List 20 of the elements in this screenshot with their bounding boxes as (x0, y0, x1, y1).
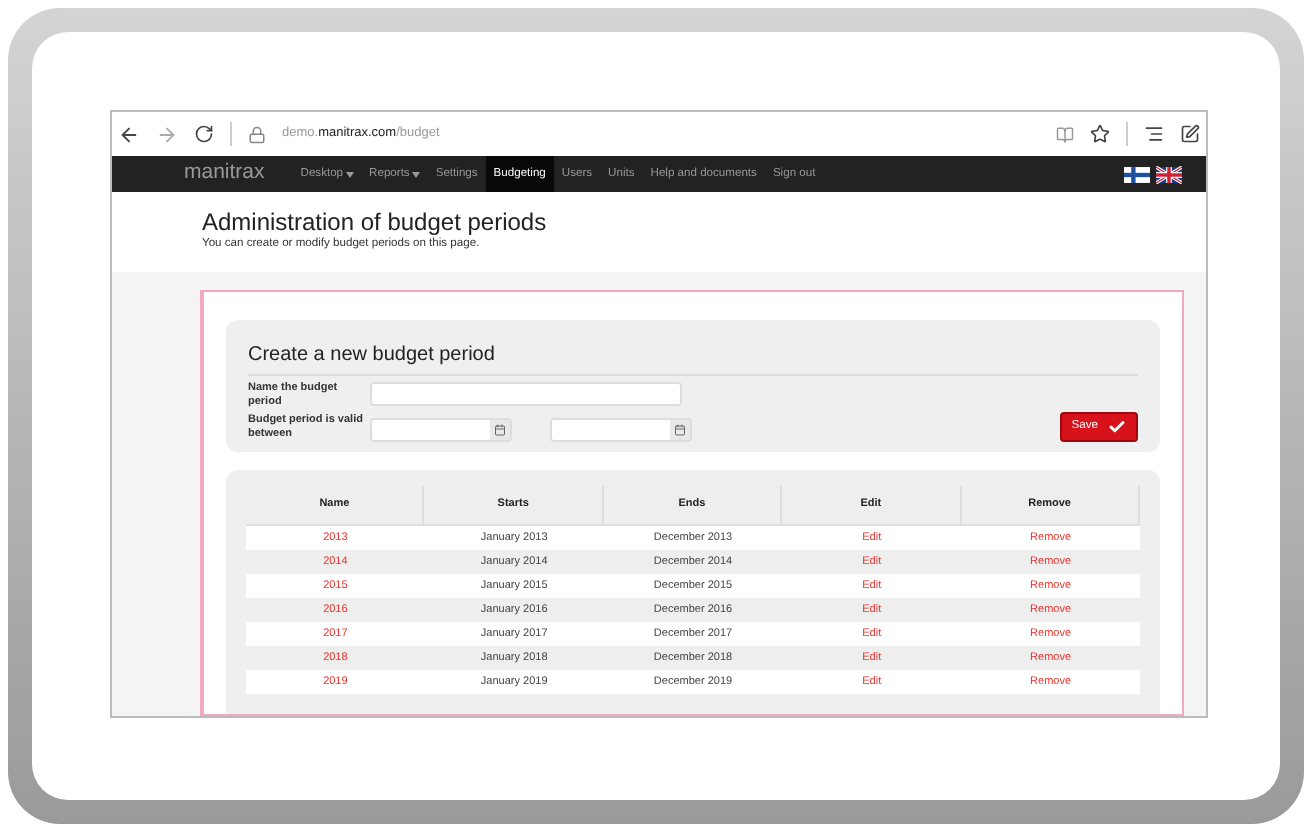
back-icon[interactable] (118, 123, 140, 145)
calendar-icon[interactable] (674, 423, 686, 436)
page-title: Administration of budget periods (202, 208, 549, 236)
note-icon[interactable] (1180, 124, 1200, 144)
lock-icon (248, 125, 266, 143)
reading-view-icon[interactable] (1056, 125, 1074, 143)
logo[interactable]: manitrax (184, 158, 265, 190)
reload-icon[interactable] (194, 124, 214, 144)
form-title: Create a new budget period (248, 339, 1138, 376)
end-date-input[interactable] (550, 417, 692, 442)
favorite-icon[interactable] (1090, 124, 1110, 144)
check-icon (1108, 417, 1126, 436)
name-input[interactable] (370, 381, 682, 406)
calendar-icon[interactable] (494, 423, 506, 436)
hub-icon[interactable] (1144, 124, 1164, 144)
flag-icon[interactable] (1124, 165, 1150, 183)
caret-icon (411, 171, 420, 177)
caret-icon (345, 171, 354, 177)
start-date-input[interactable] (370, 417, 512, 442)
flag-icon[interactable] (1156, 165, 1182, 183)
